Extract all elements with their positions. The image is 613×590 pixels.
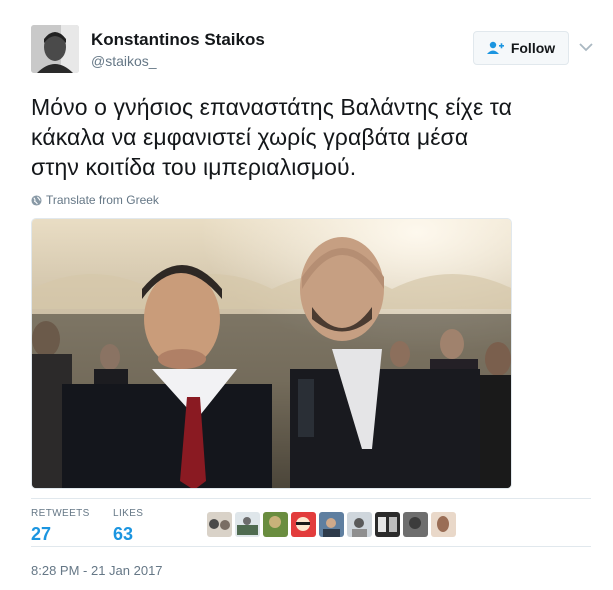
translate-label: Translate from Greek <box>46 193 159 207</box>
liker-avatar[interactable] <box>375 512 400 537</box>
follow-button[interactable]: Follow <box>473 31 569 65</box>
author-name[interactable]: Konstantinos Staikos <box>91 30 265 50</box>
tweet-timestamp[interactable]: 8:28 PM - 21 Jan 2017 <box>31 563 163 578</box>
likes-count: 63 <box>113 524 134 544</box>
tweet-photo[interactable] <box>31 218 512 489</box>
liker-avatar[interactable] <box>207 512 232 537</box>
author-handle[interactable]: @staikos_ <box>91 53 157 69</box>
likes-stat[interactable]: LIKES 63 <box>113 508 143 545</box>
globe-icon <box>31 194 42 206</box>
divider-bottom <box>31 546 591 547</box>
liker-avatar[interactable] <box>403 512 428 537</box>
tweet-text: Μόνο ο γνήσιος επαναστάτης Βαλάντης είχε… <box>31 92 596 182</box>
liker-avatar[interactable] <box>347 512 372 537</box>
retweets-label: RETWEETS <box>31 508 90 519</box>
liker-avatar[interactable] <box>319 512 344 537</box>
chevron-down-icon[interactable] <box>578 40 594 54</box>
liker-avatar[interactable] <box>235 512 260 537</box>
liker-avatar[interactable] <box>291 512 316 537</box>
liker-avatar[interactable] <box>263 512 288 537</box>
tweet-text-line: στην κοιτίδα του ιμπεριαλισμού. <box>31 154 357 180</box>
likes-label: LIKES <box>113 508 144 519</box>
liker-avatar[interactable] <box>431 512 456 537</box>
follow-button-label: Follow <box>510 40 556 56</box>
author-avatar[interactable] <box>31 25 79 73</box>
translate-link[interactable]: Translate from Greek <box>31 193 159 207</box>
retweets-stat[interactable]: RETWEETS 27 <box>31 508 90 545</box>
likers-avatars <box>207 512 456 537</box>
add-user-icon <box>486 41 504 54</box>
tweet-text-line: κάκαλα να εμφανιστεί χωρίς γραβάτα μέσα <box>31 124 469 150</box>
divider-top <box>31 498 591 499</box>
retweets-count: 27 <box>31 524 52 544</box>
tweet-text-line: Μόνο ο γνήσιος επαναστάτης Βαλάντης είχε… <box>31 94 513 120</box>
